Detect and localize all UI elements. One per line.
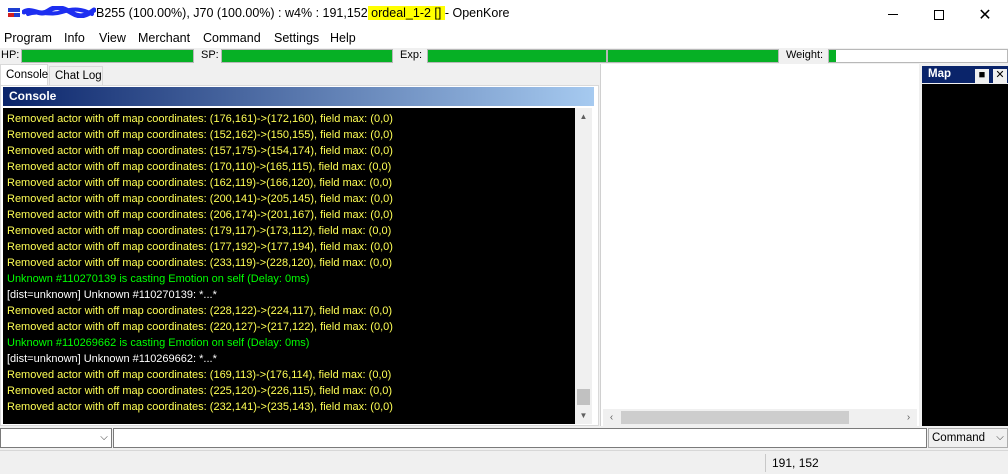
maximize-icon <box>934 9 944 20</box>
console-line: Unknown #110270139 is casting Emotion on… <box>7 273 310 285</box>
scroll-down-icon[interactable]: ▼ <box>575 407 592 424</box>
title-bar: B255 (100.00%), J70 (100.00%) : w4% : 19… <box>0 0 1008 29</box>
scroll-right-icon[interactable]: › <box>900 409 917 426</box>
stat-fill <box>22 50 193 62</box>
stat-fill <box>608 50 778 62</box>
console-panel: Console Removed actor with off map coord… <box>0 85 599 426</box>
map-title: Map <box>928 68 951 80</box>
weight-bar <box>828 49 1008 63</box>
console-line: Removed actor with off map coordinates: … <box>7 385 393 397</box>
status-divider <box>765 454 766 472</box>
tab-console[interactable]: Console <box>0 64 48 86</box>
window-title-map: ordeal_1-2 [] <box>367 6 445 20</box>
menu-bar: Program Info View Merchant Command Setti… <box>0 29 1008 48</box>
map-restore-icon[interactable]: ■ <box>975 69 989 83</box>
close-icon: ✕ <box>978 6 992 24</box>
close-button[interactable]: ✕ <box>962 0 1008 29</box>
console-line: Removed actor with off map coordinates: … <box>7 161 392 173</box>
console-header: Console <box>3 87 594 106</box>
console-lines: Removed actor with off map coordinates: … <box>7 111 575 415</box>
menu-view[interactable]: View <box>99 31 126 45</box>
scroll-thumb[interactable] <box>577 389 590 405</box>
hscroll-thumb[interactable] <box>621 411 849 424</box>
console-line: [dist=unknown] Unknown #110270139: *...* <box>7 289 217 301</box>
console-line: Removed actor with off map coordinates: … <box>7 369 392 381</box>
console-line: Removed actor with off map coordinates: … <box>7 193 393 205</box>
command-input[interactable] <box>113 428 927 448</box>
command-row: ⌵ Command ⌵ <box>0 428 1008 448</box>
base-exp-bar <box>427 49 607 63</box>
console-vertical-scrollbar[interactable]: ▲ ▼ <box>575 108 592 424</box>
console-line: Removed actor with off map coordinates: … <box>7 305 393 317</box>
window-title: B255 (100.00%), J70 (100.00%) : w4% : 19… <box>96 6 509 20</box>
console-line: Removed actor with off map coordinates: … <box>7 225 392 237</box>
menu-settings[interactable]: Settings <box>274 31 319 45</box>
console-line: [dist=unknown] Unknown #110269662: *...* <box>7 353 217 365</box>
menu-info[interactable]: Info <box>64 31 85 45</box>
scroll-up-icon[interactable]: ▲ <box>575 108 592 125</box>
window-title-app: - OpenKore <box>444 6 510 20</box>
map-view[interactable] <box>922 84 1008 426</box>
menu-help[interactable]: Help <box>330 31 356 45</box>
command-mode-select[interactable]: Command ⌵ <box>928 428 1008 448</box>
map-panel: Map ■ ✕ <box>921 64 1008 426</box>
console-line: Removed actor with off map coordinates: … <box>7 401 393 413</box>
sp-label: SP: <box>201 49 219 61</box>
status-coordinates: 191, 152 <box>772 456 819 470</box>
stat-fill <box>829 50 836 62</box>
console-line: Removed actor with off map coordinates: … <box>7 145 393 157</box>
command-history-combo[interactable]: ⌵ <box>0 428 112 448</box>
exp-label: Exp: <box>400 49 423 61</box>
command-mode-value: Command <box>932 432 986 444</box>
console-line: Removed actor with off map coordinates: … <box>7 321 393 333</box>
redacted-name-scribble <box>22 6 96 18</box>
menu-command[interactable]: Command <box>203 31 261 45</box>
hp-label: HP: <box>1 49 20 61</box>
console-line: Removed actor with off map coordinates: … <box>7 257 393 269</box>
minimize-icon <box>888 14 898 15</box>
job-exp-bar <box>607 49 779 63</box>
console-line: Removed actor with off map coordinates: … <box>7 209 393 221</box>
scroll-left-icon[interactable]: ‹ <box>603 409 620 426</box>
minimize-button[interactable] <box>870 0 916 29</box>
menu-merchant[interactable]: Merchant <box>138 31 190 45</box>
stat-fill <box>222 50 392 62</box>
console-output[interactable]: Removed actor with off map coordinates: … <box>3 108 592 424</box>
console-line: Removed actor with off map coordinates: … <box>7 177 393 189</box>
sp-bar <box>221 49 393 63</box>
tab-chat-log[interactable]: Chat Log <box>49 66 103 86</box>
hp-bar <box>21 49 194 63</box>
status-bar: 191, 152 <box>0 450 1008 474</box>
maximize-button[interactable] <box>916 0 962 29</box>
console-line: Removed actor with off map coordinates: … <box>7 113 393 125</box>
menu-program[interactable]: Program <box>4 31 52 45</box>
chevron-down-icon[interactable]: ⌵ <box>993 431 1007 445</box>
console-line: Removed actor with off map coordinates: … <box>7 129 393 141</box>
openkore-app-icon <box>8 8 20 18</box>
stats-bar: HP: SP: Exp: Weight: <box>0 48 1008 64</box>
chevron-down-icon[interactable]: ⌵ <box>97 431 111 445</box>
middle-panel: ‹ › <box>600 64 919 426</box>
middle-horizontal-scrollbar[interactable]: ‹ › <box>603 409 917 426</box>
map-header: Map ■ ✕ <box>922 66 1008 83</box>
console-tabs: Console Chat Log <box>0 64 600 86</box>
stat-fill <box>428 50 606 62</box>
console-line: Removed actor with off map coordinates: … <box>7 241 393 253</box>
weight-label: Weight: <box>786 49 824 61</box>
map-close-icon[interactable]: ✕ <box>993 69 1007 83</box>
console-line: Unknown #110269662 is casting Emotion on… <box>7 337 310 349</box>
window-title-status: B255 (100.00%), J70 (100.00%) : w4% : 19… <box>96 6 368 20</box>
